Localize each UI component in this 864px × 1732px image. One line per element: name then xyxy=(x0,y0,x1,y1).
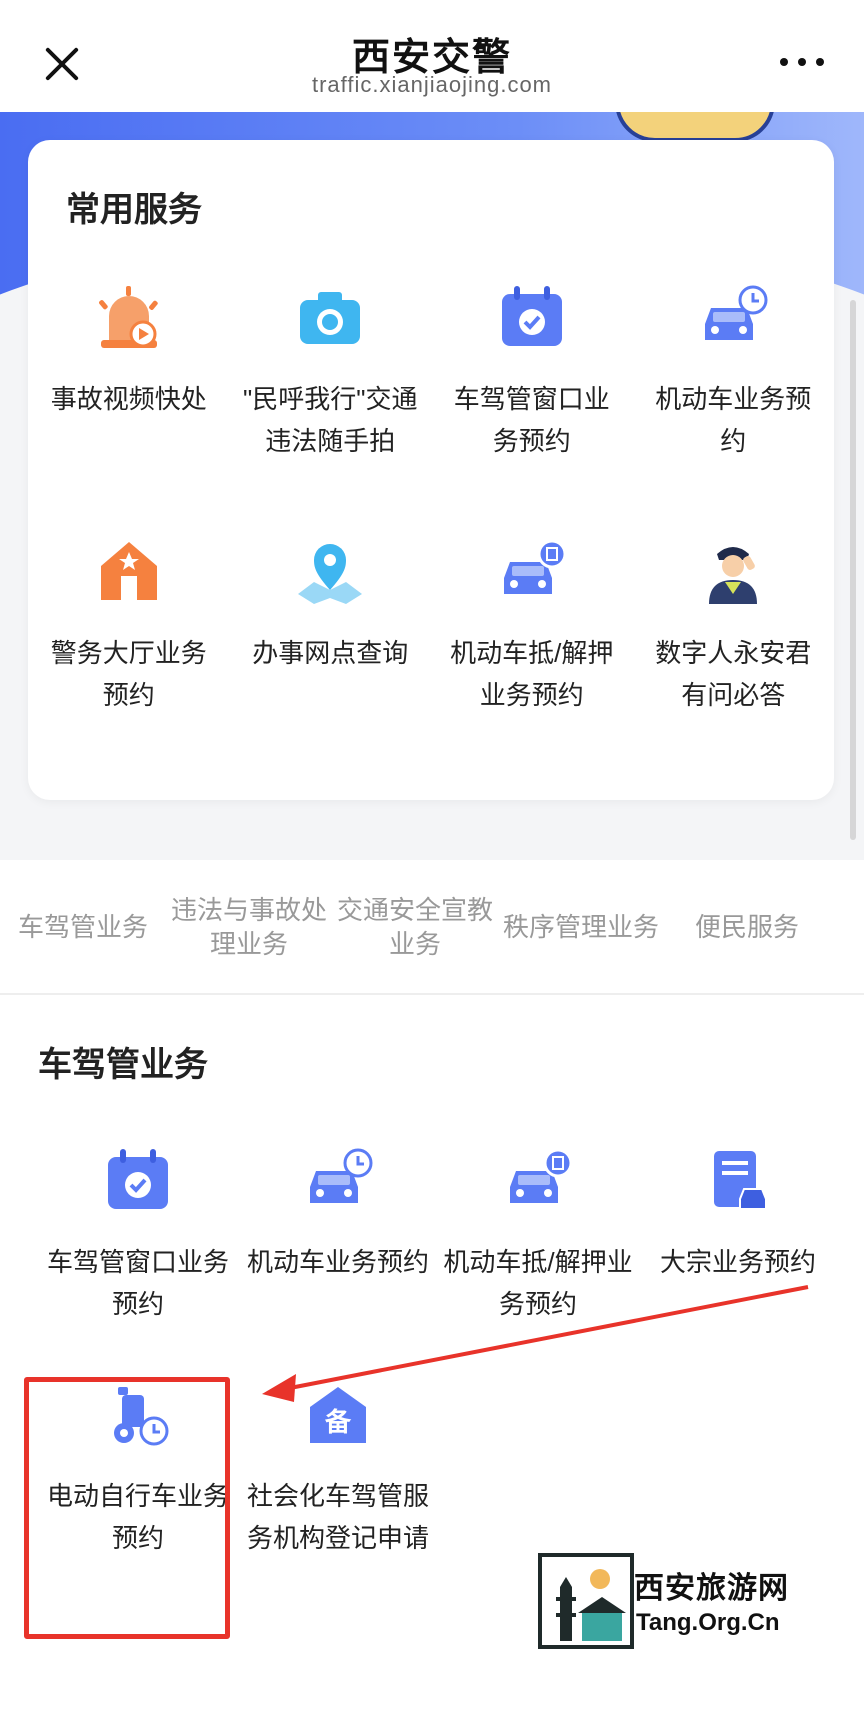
top-bar: 西安交警 traffic.xianjiaojing.com xyxy=(0,0,864,112)
watermark-logo: 西安旅游网 Tang.Org.Cn xyxy=(538,1553,838,1649)
page-url: traffic.xianjiaojing.com xyxy=(311,72,553,97)
watermark-name: 西安旅游网 xyxy=(634,1572,789,1605)
pagoda-logo-icon xyxy=(538,1553,634,1649)
more-options-icon[interactable] xyxy=(780,54,824,70)
annotation-arrow xyxy=(262,1285,809,1402)
watermark-domain: Tang.Org.Cn xyxy=(636,1609,780,1636)
